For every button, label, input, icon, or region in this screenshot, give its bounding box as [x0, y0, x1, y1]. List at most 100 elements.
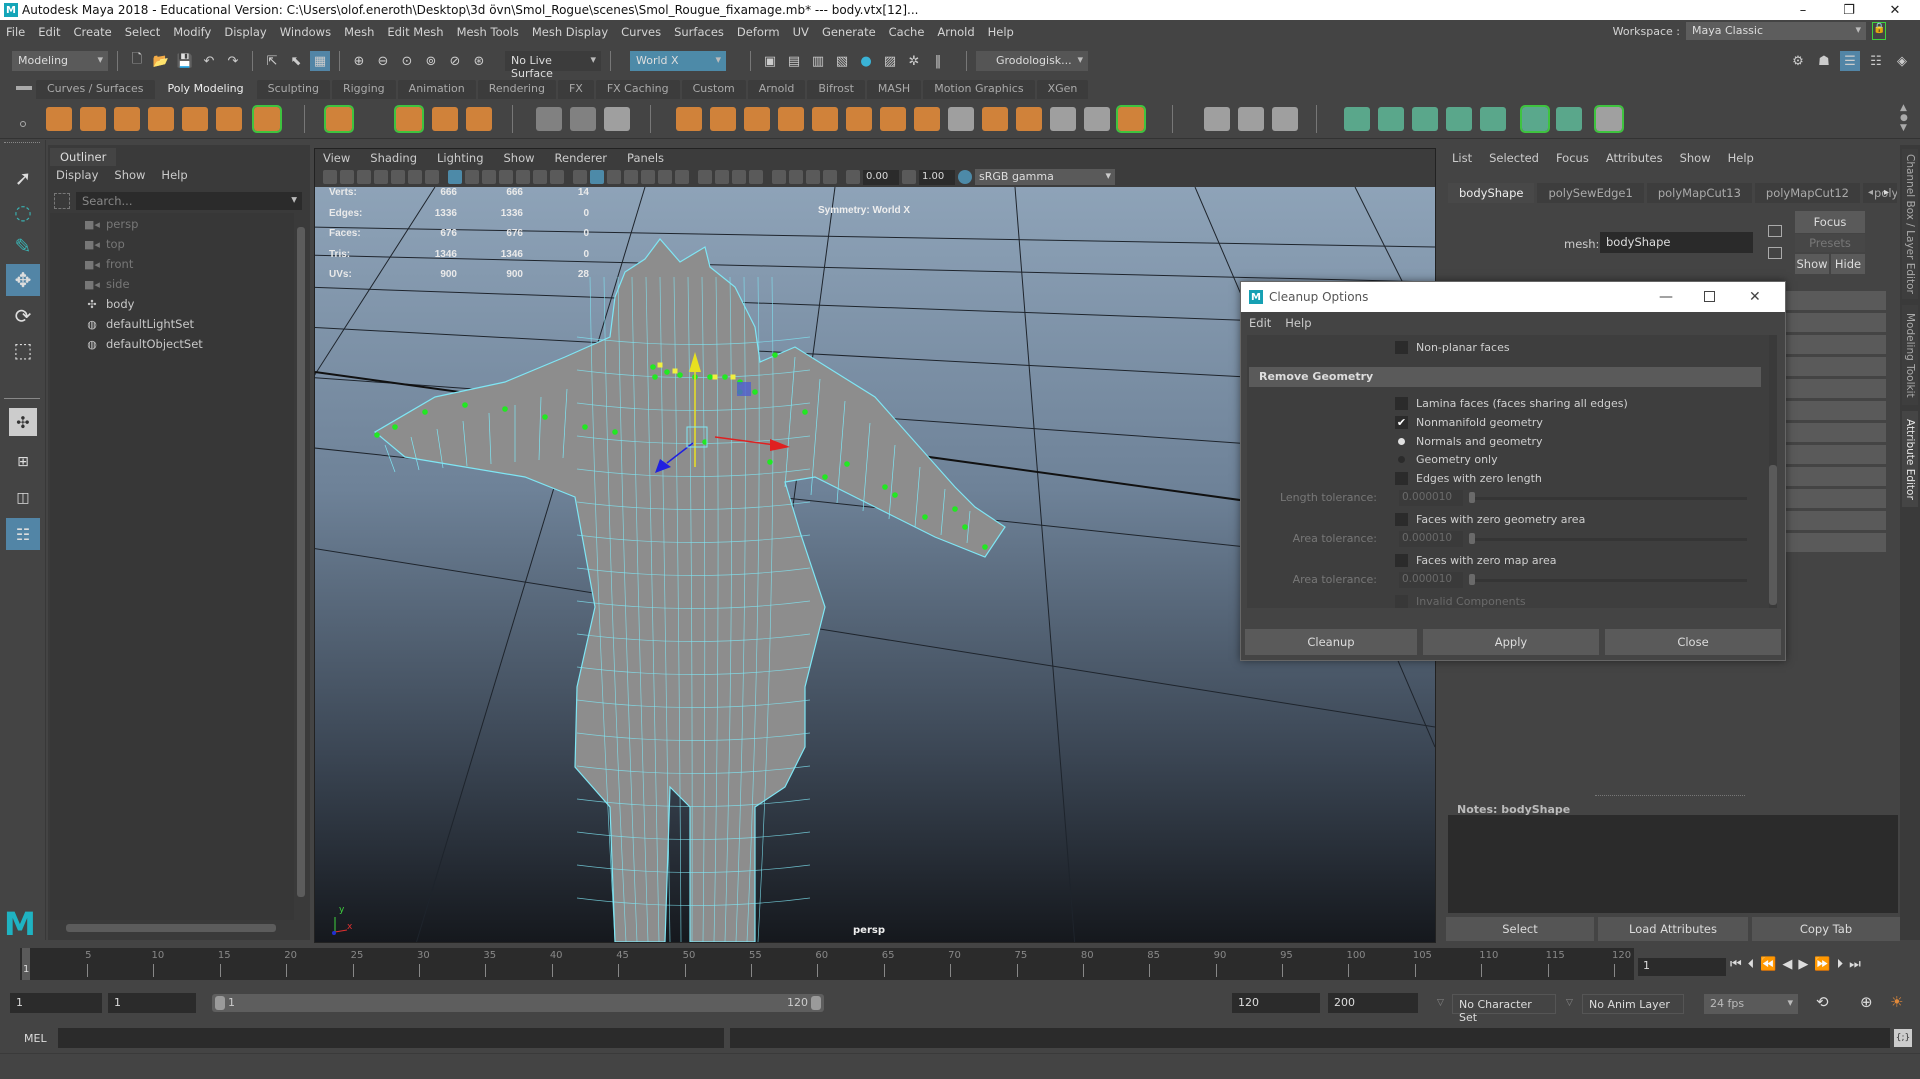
wireframe-on-shaded-icon[interactable] [624, 170, 638, 184]
outliner-item-persp[interactable]: ■◂ persp [84, 215, 138, 233]
character-controls-toggle-icon[interactable]: ☗ [1814, 51, 1834, 71]
snap-surface-icon[interactable]: ⊘ [445, 51, 465, 71]
field-chart-icon[interactable] [516, 170, 530, 184]
ae-tab-bodyshape[interactable]: bodyShape [1448, 183, 1535, 203]
zero-map-area-option[interactable]: Faces with zero map area [1395, 552, 1556, 568]
outliner-search-input[interactable]: Search... [76, 192, 302, 210]
extrude-icon[interactable] [880, 107, 906, 131]
side-tab-channel-box[interactable]: Channel Box / Layer Editor [1902, 149, 1918, 299]
poly-sphere-icon[interactable] [46, 107, 72, 131]
lock-icon[interactable]: 🔒 [1872, 22, 1886, 40]
platonic-solid-icon[interactable] [324, 105, 354, 133]
slider-handle[interactable] [1469, 533, 1475, 544]
menu-uv[interactable]: UV [793, 25, 809, 39]
shelf-tab-fx-caching[interactable]: FX Caching [595, 80, 680, 99]
ipr-render-icon[interactable]: ▥ [808, 51, 828, 71]
menu-select[interactable]: Select [125, 25, 160, 39]
resize-handle[interactable] [1595, 795, 1745, 796]
range-end-handle[interactable] [811, 996, 821, 1010]
animation-end-field[interactable]: 200 [1328, 993, 1418, 1013]
smooth-shade-icon[interactable] [590, 170, 604, 184]
mirror-icon[interactable] [1084, 107, 1110, 131]
dialog-menu-help[interactable]: Help [1285, 316, 1311, 330]
shelf-tab-rigging[interactable]: Rigging [331, 80, 396, 99]
depth-of-field-icon[interactable] [749, 170, 763, 184]
menu-create[interactable]: Create [74, 25, 112, 39]
viewport-menu-shading[interactable]: Shading [370, 151, 417, 165]
lasso-tool-icon[interactable]: ◌ [6, 196, 40, 228]
poly-disc-icon[interactable] [252, 105, 282, 133]
animation-preferences-icon[interactable]: ☀ [1890, 993, 1903, 1011]
menu-mesh-tools[interactable]: Mesh Tools [457, 25, 519, 39]
current-frame-field[interactable]: 1 [1638, 958, 1726, 976]
lock-camera-icon[interactable] [340, 170, 354, 184]
open-scene-icon[interactable]: 📂 [151, 51, 171, 71]
step-back-frame-icon[interactable]: ⏴ [1748, 957, 1755, 972]
range-start-handle[interactable] [215, 996, 225, 1010]
create-polygon-icon[interactable] [536, 107, 562, 131]
single-perspective-layout-icon[interactable]: ✣ [9, 408, 37, 436]
redo-icon[interactable]: ↷ [223, 51, 243, 71]
poly-cube-icon[interactable] [80, 107, 106, 131]
render-current-icon[interactable]: ▣ [760, 51, 780, 71]
presets-button[interactable]: Presets [1795, 234, 1865, 252]
outliner-item-top[interactable]: ■◂ top [84, 235, 125, 253]
snowflake-icon[interactable] [604, 107, 630, 131]
select-camera-icon[interactable] [323, 170, 337, 184]
invalid-components-checkbox[interactable] [1395, 594, 1408, 608]
range-slider[interactable]: 1 120 [212, 994, 824, 1012]
ae-menu-list[interactable]: List [1452, 151, 1472, 165]
poly-cone-icon[interactable] [148, 107, 174, 131]
character-set-dropdown[interactable]: No Character Set [1452, 994, 1556, 1024]
shelf-tab-animation[interactable]: Animation [397, 80, 476, 99]
minimize-button[interactable]: – [1780, 0, 1826, 20]
outliner-vertical-scrollbar[interactable] [296, 213, 306, 920]
length-tolerance-field[interactable]: 0.000010 [1399, 490, 1463, 506]
poly-cylinder-icon[interactable] [114, 107, 140, 131]
pause-render-icon[interactable]: ‖ [928, 51, 948, 71]
nonmanifold-geometry-checkbox[interactable]: ✔ [1395, 415, 1408, 429]
apply-button[interactable]: Apply [1423, 629, 1599, 655]
textured-icon[interactable] [641, 170, 655, 184]
live-surface-field[interactable]: No Live Surface [505, 51, 601, 80]
slider-track[interactable] [1469, 497, 1747, 500]
anti-aliasing-icon[interactable] [732, 170, 746, 184]
snap-view-plane-icon[interactable]: ⊚ [421, 51, 441, 71]
cut-sew-uv-icon[interactable] [1594, 105, 1624, 133]
outliner-item-side[interactable]: ■◂ side [84, 275, 130, 293]
notes-textarea[interactable] [1448, 815, 1898, 913]
normals-and-geometry-option[interactable]: Normals and geometry [1395, 433, 1543, 449]
automatic-uv-icon[interactable] [1446, 107, 1472, 131]
timeline-track[interactable]: 1 5 10 15 20 25 30 35 40 45 50 55 60 65 70 75 80 85 90 95 1… [20, 948, 1634, 980]
screen-space-ao-icon[interactable] [698, 170, 712, 184]
target-weld-icon[interactable] [948, 107, 974, 131]
loop-toggle-icon[interactable]: ⟲ [1816, 993, 1829, 1011]
outliner-tab[interactable]: Outliner [50, 148, 117, 166]
cleanup-button[interactable]: Cleanup [1245, 629, 1417, 655]
persp-outliner-layout-icon[interactable]: ◫ [6, 482, 40, 514]
ae-menu-focus[interactable]: Focus [1556, 151, 1589, 165]
fps-dropdown[interactable]: 24 fps [1704, 994, 1798, 1014]
play-backwards-icon[interactable]: ◀ [1782, 957, 1792, 972]
outliner-menu-help[interactable]: Help [161, 168, 187, 182]
undo-icon[interactable]: ↶ [199, 51, 219, 71]
super-shape-icon[interactable] [394, 105, 424, 133]
gamma-field[interactable]: 1.00 [919, 169, 955, 185]
wireframe-icon[interactable] [573, 170, 587, 184]
menu-help[interactable]: Help [988, 25, 1014, 39]
anim-layer-dropdown[interactable]: No Anim Layer [1582, 994, 1684, 1014]
tool-settings-toggle-icon[interactable]: ☷ [1866, 51, 1886, 71]
arnold-render-icon[interactable]: ✲ [904, 51, 924, 71]
tab-scroll-right-icon[interactable]: ▸ [1884, 187, 1889, 198]
step-forward-key-icon[interactable]: ⏩ [1814, 957, 1830, 972]
outliner-menu-show[interactable]: Show [114, 168, 145, 182]
dialog-menu-edit[interactable]: Edit [1249, 316, 1271, 330]
slider-track[interactable] [1469, 579, 1747, 582]
bevel-icon[interactable] [812, 107, 838, 131]
triangulate-icon[interactable] [1016, 107, 1042, 131]
four-view-layout-icon[interactable]: ⊞ [6, 446, 40, 478]
svg-icon[interactable] [466, 107, 492, 131]
menu-file[interactable]: File [6, 25, 25, 39]
close-dialog-button[interactable]: Close [1605, 629, 1781, 655]
geometry-only-option[interactable]: Geometry only [1395, 451, 1498, 467]
